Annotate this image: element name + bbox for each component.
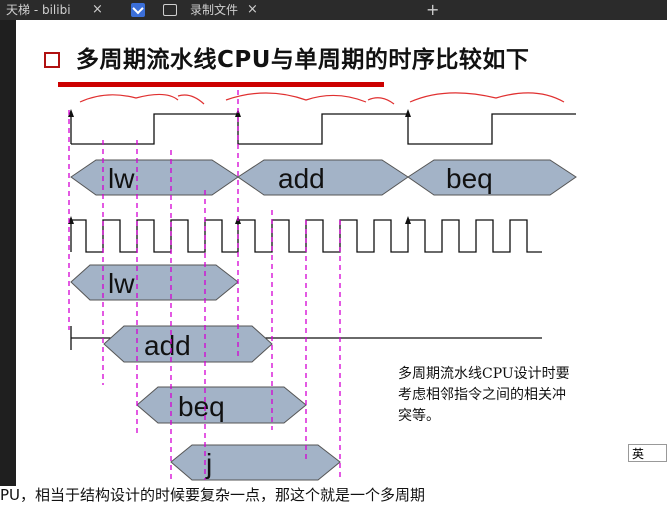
instruction-label: lw [108, 163, 135, 194]
pipeline-instruction-bar: lw [70, 264, 239, 301]
single-cycle-instruction-bar: beq [407, 159, 577, 196]
annotation-stroke [367, 97, 395, 105]
pipeline-instruction-bar: add [103, 325, 273, 363]
pipeline-instruction-bar: j [170, 444, 341, 481]
instruction-label: j [205, 448, 212, 479]
ime-indicator[interactable]: 英 [628, 444, 667, 462]
annotation-stroke [177, 94, 205, 105]
single-cycle-instruction-bar: lw [70, 159, 239, 196]
recording-icon [163, 4, 177, 16]
browser-tab-bar: 天梯 - bilibi × 录制文件 × + [0, 0, 667, 20]
video-subtitle: PU，相当于结构设计的时候要复杂一点，那这个就是一个多周期 [0, 486, 667, 505]
annotation-stroke [225, 92, 367, 103]
slide-canvas: 多周期流水线CPU与单周期的时序比较如下 lw add beq lw add b… [16, 20, 667, 486]
tab-label: 天梯 - bilibi [6, 3, 71, 17]
checkbox-badge-icon [131, 3, 145, 17]
pipeline-instruction-bar: beq [136, 386, 307, 424]
annotation-stroke [79, 93, 179, 103]
tab-bilibili[interactable]: 天梯 - bilibi [6, 0, 71, 20]
clock-arrow-icon [405, 109, 411, 117]
tab-close-icon[interactable]: × [247, 0, 258, 20]
tab-close-icon[interactable]: × [92, 0, 103, 20]
instruction-label: beq [446, 163, 493, 194]
single-cycle-instruction-bar: add [237, 159, 409, 196]
instruction-label: lw [108, 268, 135, 299]
single-cycle-clock [70, 113, 576, 145]
instruction-label: add [144, 330, 191, 361]
annotation-stroke [409, 92, 565, 103]
design-note: 多周期流水线CPU设计时要考虑相邻指令之间的相关冲突等。 [398, 366, 570, 424]
new-tab-button[interactable]: + [426, 0, 439, 20]
tab-label: 录制文件 [190, 3, 239, 17]
instruction-label: beq [178, 391, 225, 422]
instruction-label: add [278, 163, 325, 194]
title-underline [58, 82, 384, 87]
tab-recording[interactable]: 录制文件 [190, 0, 238, 20]
